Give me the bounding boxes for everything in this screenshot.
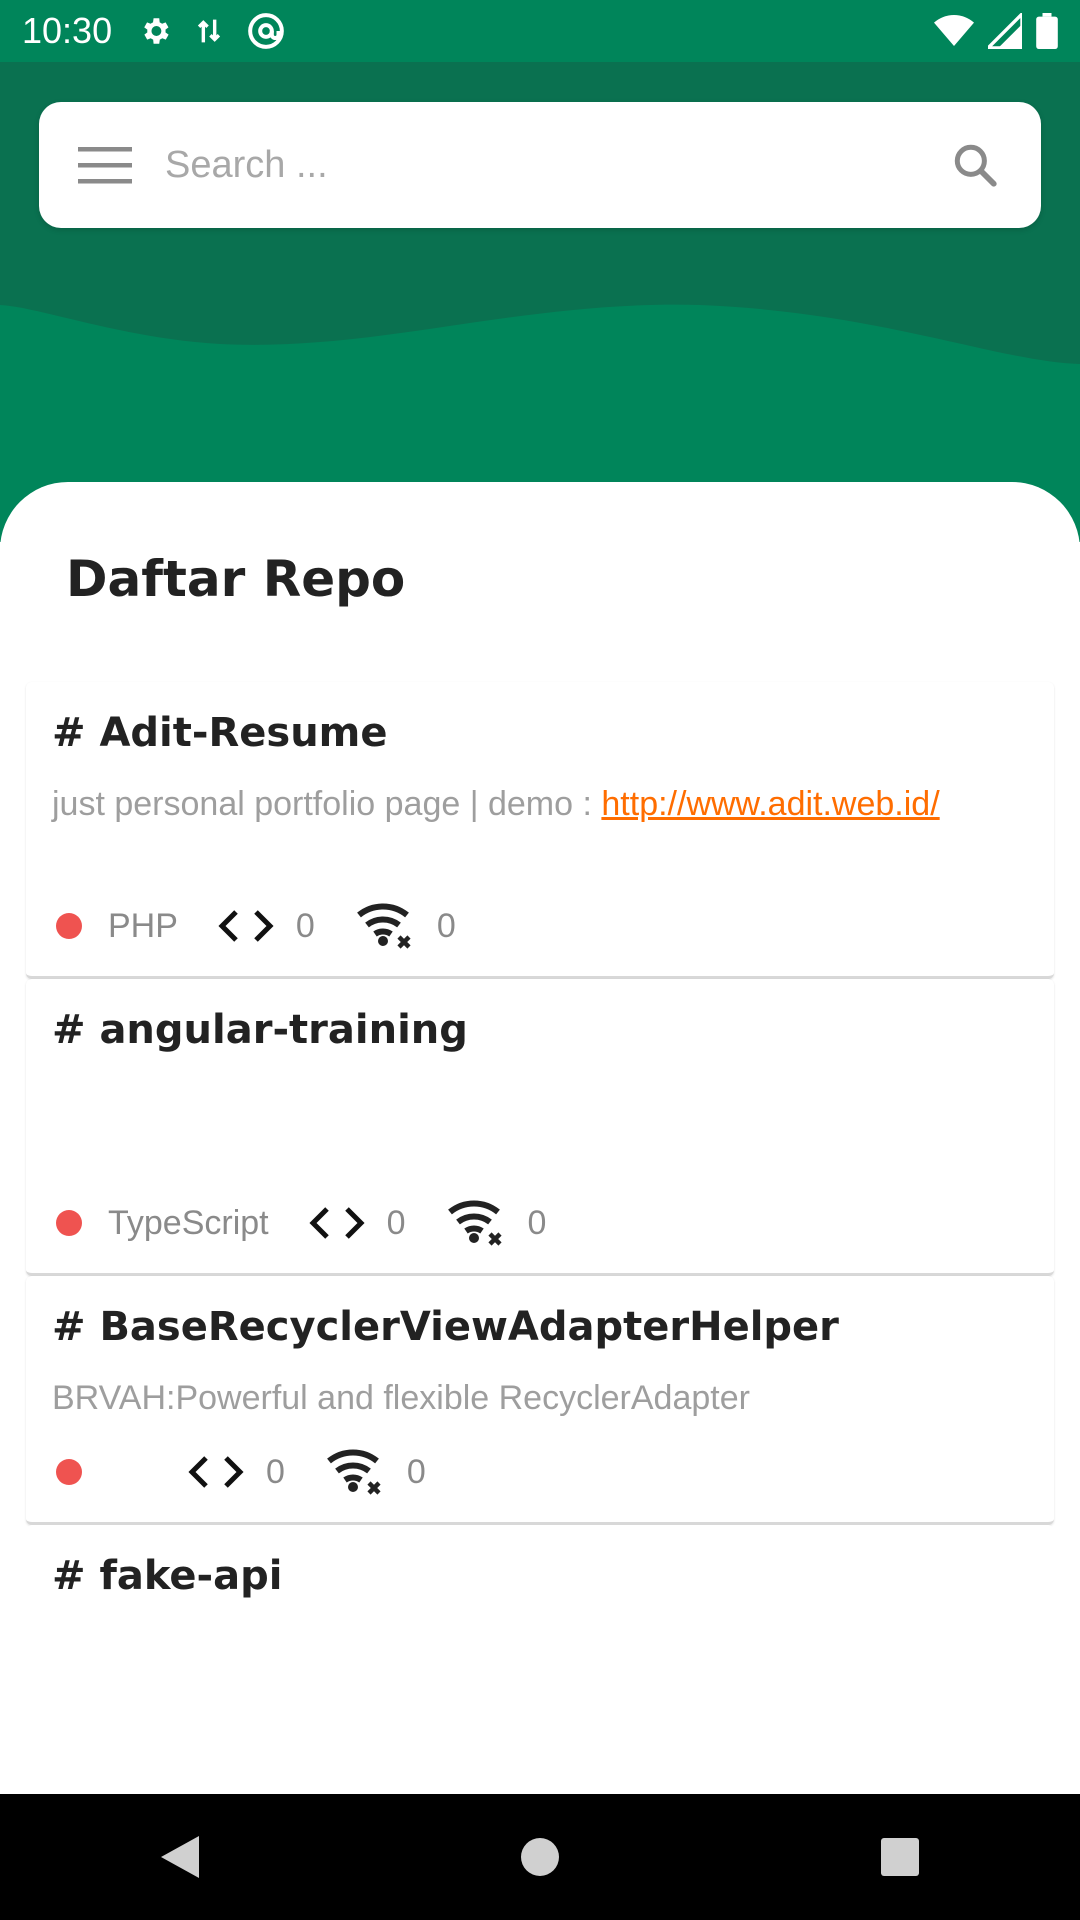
repo-name: # Adit-Resume [52, 710, 388, 756]
repo-meta: PHP 0 0 [52, 876, 1028, 976]
repo-forks-count: 0 [386, 1203, 406, 1242]
repo-language: TypeScript [108, 1203, 269, 1242]
at-sign-icon [246, 11, 286, 51]
status-time: 10:30 [22, 10, 113, 51]
repo-name: # fake-api [52, 1553, 283, 1599]
repo-meta: 0 0 [52, 1422, 1028, 1522]
nav-back-button[interactable] [130, 1807, 230, 1907]
code-icon [309, 1205, 365, 1241]
language-dot-icon [56, 1210, 82, 1236]
repo-list: # Adit-Resume just personal portfolio pa… [26, 682, 1054, 1725]
signal-icon [988, 13, 1022, 49]
content-sheet: Daftar Repo # Adit-Resume just personal … [0, 482, 1080, 1794]
recents-square-icon [881, 1838, 919, 1876]
repo-card[interactable]: # Adit-Resume just personal portfolio pa… [26, 682, 1054, 979]
search-icon [954, 144, 997, 187]
hamburger-icon [78, 147, 132, 184]
wifi-off-icon [355, 901, 415, 951]
repo-watchers-count: 0 [436, 906, 456, 945]
battery-icon [1036, 13, 1058, 49]
nav-recents-button[interactable] [850, 1807, 950, 1907]
repo-name: # angular-training [52, 1007, 468, 1053]
repo-meta: TypeScript 0 0 [52, 1173, 1028, 1273]
repo-card[interactable]: # fake-api [26, 1525, 1054, 1725]
status-bar: 10:30 [0, 0, 1080, 62]
repo-demo-link[interactable]: http://www.adit.web.id/ [601, 785, 939, 823]
language-dot-icon [56, 913, 82, 939]
menu-button[interactable] [75, 135, 135, 195]
code-icon [188, 1454, 244, 1490]
repo-card[interactable]: # angular-training TypeScript 0 0 [26, 979, 1054, 1276]
repo-watchers-count: 0 [406, 1452, 426, 1491]
system-nav-bar [0, 1794, 1080, 1920]
repo-forks-count: 0 [295, 906, 315, 945]
search-button[interactable] [945, 135, 1005, 195]
wifi-icon [934, 13, 974, 49]
repo-description: BRVAH:Powerful and flexible RecyclerAdap… [52, 1379, 750, 1417]
app-screen: 10:30 Search ... Daftar Repo # Adit-Resu… [0, 0, 1080, 1920]
code-icon [218, 908, 274, 944]
repo-description [52, 1077, 1028, 1173]
nav-home-button[interactable] [490, 1807, 590, 1907]
search-input[interactable] [163, 142, 945, 188]
repo-forks-count: 0 [266, 1452, 285, 1491]
data-transfer-icon [194, 14, 224, 48]
wifi-off-icon [325, 1447, 385, 1497]
search-bar [39, 102, 1041, 228]
language-dot-icon [56, 1459, 82, 1485]
section-title: Daftar Repo [66, 550, 406, 608]
repo-description-text: just personal portfolio page | demo : [52, 785, 602, 823]
repo-watchers-count: 0 [527, 1203, 547, 1242]
wifi-off-icon [446, 1198, 506, 1248]
repo-language: PHP [108, 906, 178, 945]
gear-icon [138, 14, 172, 48]
home-circle-icon [521, 1838, 559, 1876]
repo-name: # BaseRecyclerViewAdapterHelper [52, 1304, 839, 1350]
back-triangle-icon [161, 1836, 199, 1878]
repo-description: just personal portfolio page | demo : ht… [52, 780, 1028, 876]
repo-card[interactable]: # BaseRecyclerViewAdapterHelper BRVAH:Po… [26, 1276, 1054, 1525]
